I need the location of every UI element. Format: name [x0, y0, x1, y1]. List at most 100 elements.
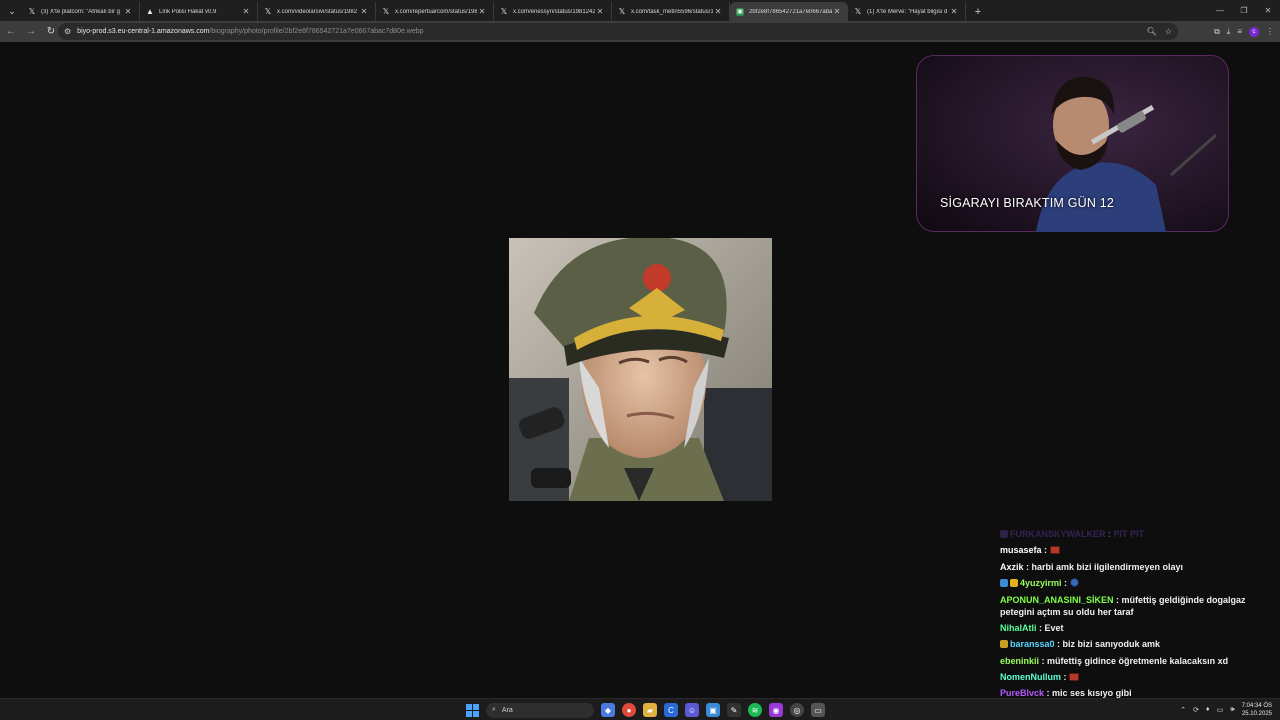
chat-message: baranssa0 : biz bizi sanıyoduk amk [1000, 636, 1270, 652]
browser-tab[interactable]: 𝕏x.com/task_metin5596/status/1 ✕ [612, 2, 730, 21]
chat-username[interactable]: NomenNullum [1000, 672, 1061, 682]
menu-icon[interactable]: ⋮ [1266, 27, 1274, 36]
x-logo-icon: 𝕏 [854, 6, 862, 16]
browser-tab[interactable]: 𝕏x.com/repertuarcom/status/198 ✕ [376, 2, 494, 21]
tab-title: x.com/repertuarcom/status/198 [395, 8, 477, 15]
taskbar-search[interactable]: ⌕ Ara [486, 702, 594, 718]
url-path: /biography/photo/profile/2bf2e8f78654272… [209, 28, 424, 35]
x-logo-icon: 𝕏 [500, 6, 508, 16]
chat-badge-icon [1010, 578, 1018, 587]
tab-strip: ⌄ 𝕏 (3) X'te platcom: "Afrikalı bir g ✕ ▲ Li… [0, 0, 1280, 21]
browser-icon[interactable]: C [664, 703, 678, 717]
mic-icon[interactable]: ♦ [1206, 706, 1210, 713]
browser-tab[interactable]: 𝕏x.com/enessyri/status/1981242 ✕ [494, 2, 612, 21]
tab-close-icon[interactable]: ✕ [595, 7, 605, 16]
chat-message: FURKANSKYWALKER : PIT PIT [1000, 526, 1270, 542]
system-tray: ⌃ ⟳ ♦ ▭ 🕪︎ 7:04:34 ÖS 25.10.2025 [1180, 699, 1272, 720]
app-icon[interactable]: ▭ [811, 703, 825, 717]
sync-icon[interactable]: ⟳ [1193, 706, 1199, 714]
tab-search-icon[interactable]: ⌄ [2, 1, 22, 21]
back-icon[interactable]: ← [2, 23, 20, 41]
discord-icon[interactable]: ☺ [685, 703, 699, 717]
chat-text: PIT PIT [1113, 529, 1145, 539]
copilot-icon[interactable]: ◆ [601, 703, 615, 717]
chat-badge-icon [1000, 640, 1008, 649]
search-icon: ⌕ [492, 706, 496, 713]
spotify-icon[interactable]: ≋ [748, 703, 762, 717]
taskbar-search-placeholder: Ara [501, 706, 513, 714]
tab-title: (3) X'te platcom: "Afrikalı bir g [41, 8, 120, 15]
browser-tab[interactable]: ▣ 2bf2e8f786542721a7e0667abac ✕ [730, 2, 848, 21]
reading-list-icon[interactable]: ≡ [1237, 27, 1242, 36]
chat-username[interactable]: APONUN_ANASINI_SİKEN [1000, 595, 1114, 605]
chat-username[interactable]: FURKANSKYWALKER [1010, 529, 1106, 539]
windows-taskbar: ⌕ Ara ◆ ● ▰ C ☺ ▣ ✎ ≋ ◉ ◎ ▭ ⌃ ⟳ ♦ ▭ 🕪︎ 7… [0, 698, 1280, 720]
tab-close-icon[interactable]: ✕ [477, 7, 487, 16]
webcam-overlay: SİGARAYI BIRAKTIM GÜN 12 [916, 55, 1229, 232]
tab-title: (1) X'te Merve: "Hayat bilgisi d [867, 8, 948, 15]
chat-username[interactable]: ebeninkii [1000, 656, 1039, 666]
browser-toolbar: ← → ↻ ⚙ biyo-prod.s3.eu-central-1.amazon… [0, 21, 1280, 42]
clock-time: 7:04:34 ÖS [1241, 702, 1272, 709]
terminal-icon[interactable]: ✎ [727, 703, 741, 717]
tray-overflow-icon[interactable]: ⌃ [1180, 706, 1186, 714]
forward-icon[interactable]: → [22, 23, 40, 41]
download-icon[interactable]: ⤓ [1227, 27, 1231, 37]
chat-username[interactable]: PureBlvck [1000, 688, 1044, 698]
url-host: biyo-prod.s3.eu-central-1.amazonaws.com [77, 28, 210, 35]
windows-start-icon[interactable] [466, 703, 479, 717]
chat-message: NomenNullum : [1000, 669, 1270, 685]
chat-text: harbi amk bizi ilgilendirmeyen olayı [1031, 561, 1184, 572]
minimize-icon[interactable]: — [1208, 0, 1232, 21]
chat-message: 4yuzyirmi : [1000, 575, 1270, 591]
image-icon: ▣ [736, 7, 744, 16]
chat-message: musasefa : [1000, 542, 1270, 558]
bookmark-star-icon[interactable]: ☆ [1165, 27, 1172, 36]
chat-username[interactable]: baranssa0 [1010, 639, 1055, 649]
media-icon[interactable]: ▣ [706, 703, 720, 717]
chat-message: ebeninkii : müfettiş gidince öğretmenle … [1000, 655, 1229, 666]
obs-icon[interactable]: ◉ [769, 703, 783, 717]
tab-close-icon[interactable]: ✕ [713, 7, 723, 16]
webcam-caption: SİGARAYI BIRAKTIM GÜN 12 [940, 196, 1115, 210]
window-controls: — ❐ ✕ [1208, 0, 1280, 21]
browser-tab[interactable]: 𝕏x.com/videolarsivi/status/1982 ✕ [258, 2, 376, 21]
profile-avatar[interactable]: c [1249, 26, 1259, 37]
zoom-icon[interactable]: 🔍︎ [1147, 27, 1157, 36]
general-portrait-image [509, 238, 772, 501]
extensions-icon[interactable]: ⧉ [1214, 27, 1220, 37]
chat-emote-icon [1069, 577, 1079, 587]
tab-title: x.com/enessyri/status/1981242 [513, 8, 595, 15]
chat-username[interactable]: musasefa [1000, 545, 1042, 555]
browser-tab[interactable]: ▲ Link Polisi Hakat v0.9 ✕ [140, 2, 258, 21]
tab-close-icon[interactable]: ✕ [123, 7, 133, 16]
site-info-icon[interactable]: ⚙ [64, 27, 71, 36]
tab-close-icon[interactable]: ✕ [359, 7, 369, 16]
chat-username[interactable]: NihalAtli [1000, 623, 1037, 633]
browser-tab[interactable]: 𝕏 (3) X'te platcom: "Afrikalı bir g ✕ [22, 2, 140, 21]
tab-close-icon[interactable]: ✕ [241, 7, 251, 16]
chat-badge-icon [1000, 530, 1008, 538]
chat-message: APONUN_ANASINI_SİKEN : müfettiş geldiğin… [1000, 595, 1246, 618]
browser-tab[interactable]: 𝕏 (1) X'te Merve: "Hayat bilgisi d ✕ [848, 2, 966, 21]
address-bar[interactable]: ⚙ biyo-prod.s3.eu-central-1.amazonaws.co… [58, 23, 1178, 40]
clock[interactable]: 7:04:34 ÖS 25.10.2025 [1242, 702, 1272, 718]
chat-message: NihalAtli : Evet [1000, 623, 1064, 634]
file-explorer-icon[interactable]: ▰ [643, 703, 657, 717]
x-logo-icon: 𝕏 [264, 6, 272, 16]
volume-icon[interactable]: 🕪︎ [1230, 706, 1234, 714]
monitor-icon[interactable]: ▭ [1217, 706, 1224, 714]
close-window-icon[interactable]: ✕ [1256, 0, 1280, 21]
tab-close-icon[interactable]: ✕ [832, 7, 842, 16]
chat-username[interactable]: 4yuzyirmi [1020, 578, 1062, 588]
new-tab-button[interactable]: + [970, 2, 986, 21]
chat-text: Evet [1044, 623, 1064, 634]
game-icon[interactable]: ◎ [790, 703, 804, 717]
chat-text: müfettiş gidince öğretmenle kalacaksın x… [1047, 655, 1229, 666]
chat-username[interactable]: Axzik [1000, 562, 1024, 572]
chat-text: mic ses kısıyo gibi [1052, 688, 1132, 699]
chrome-icon[interactable]: ● [622, 703, 636, 717]
chat-emote-icon [1049, 546, 1060, 555]
restore-icon[interactable]: ❐ [1232, 0, 1256, 21]
tab-close-icon[interactable]: ✕ [949, 7, 959, 16]
